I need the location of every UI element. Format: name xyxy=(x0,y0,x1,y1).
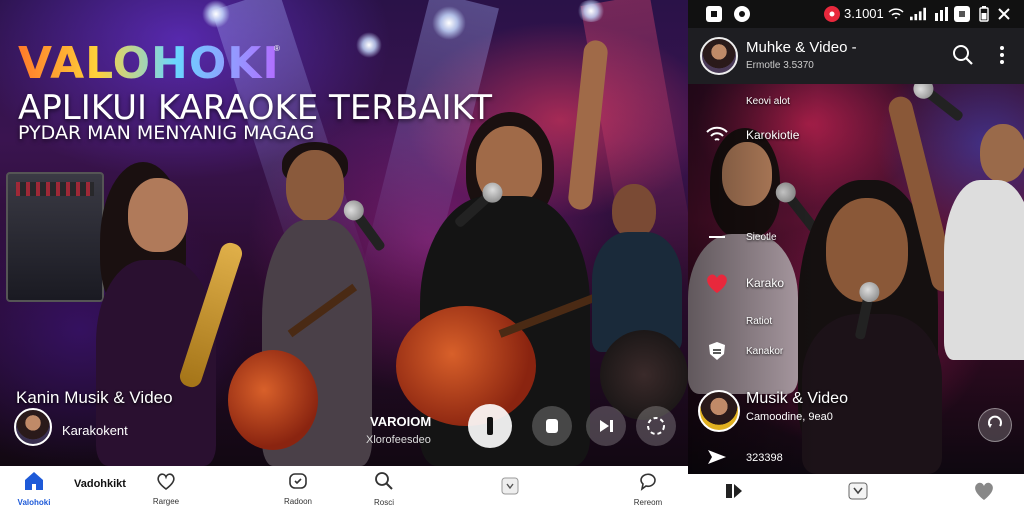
more-options-button[interactable] xyxy=(998,44,1006,71)
amplifier xyxy=(6,172,104,302)
more-vertical-icon xyxy=(998,46,1006,70)
promo-banner[interactable]: VALOHOKI ® APLIKUI KARAOKE TERBAIKT PYDA… xyxy=(0,0,688,466)
side-menu-label: Ratiot xyxy=(746,315,773,327)
side-menu-item[interactable]: Keovi alot xyxy=(688,88,790,114)
replay-button[interactable] xyxy=(978,408,1012,442)
avatar[interactable] xyxy=(14,408,52,446)
skip-icon xyxy=(596,416,616,436)
side-menu-label: Karokiotie xyxy=(746,128,800,142)
signal-icon xyxy=(934,6,950,22)
stage-light xyxy=(576,0,606,22)
video-card-title[interactable]: Musik & Video xyxy=(746,390,848,408)
tray-icon xyxy=(847,481,869,506)
pause-button[interactable] xyxy=(468,404,512,448)
video-card-subtitle: Camoodine, 9ea0 xyxy=(746,411,833,423)
nav-item-tray[interactable] xyxy=(838,474,878,512)
banner-subline: PYDAR MAN MENYANIG MAGAG xyxy=(18,122,315,144)
side-menu-item[interactable]: Sieotle xyxy=(688,224,777,250)
send-icon[interactable] xyxy=(706,448,728,471)
blank-icon xyxy=(704,308,730,334)
avatar[interactable] xyxy=(700,37,738,75)
search-icon xyxy=(374,471,394,496)
side-menu-item[interactable]: Karokiotie xyxy=(688,122,799,148)
wifi-icon xyxy=(888,6,904,22)
app-bar-subtitle: Ermotle 3.5370 xyxy=(746,60,814,71)
stage-light xyxy=(432,6,466,40)
app-icon xyxy=(734,6,750,22)
status-bar: 3.1001 xyxy=(688,0,1024,28)
library-icon xyxy=(724,482,744,505)
shield-icon xyxy=(704,338,730,364)
signal-icon xyxy=(910,6,926,22)
battery-icon xyxy=(976,6,992,22)
chat-icon xyxy=(638,471,658,496)
video-username[interactable]: Karakokent xyxy=(62,423,128,438)
skip-button[interactable] xyxy=(586,406,626,446)
heart-icon xyxy=(156,472,176,495)
blank-icon xyxy=(704,88,730,114)
brand-logo: VALOHOKI xyxy=(18,38,280,89)
side-menu-item[interactable]: Karako xyxy=(688,270,784,296)
side-menu-label: Keovi alot xyxy=(746,95,790,107)
microphone-icon xyxy=(542,416,562,436)
search-icon xyxy=(952,45,974,70)
nav-label: Valohoki xyxy=(17,498,51,507)
screenshot-icon xyxy=(954,6,970,22)
nav-item-library[interactable] xyxy=(714,474,754,512)
nav-label: Rosci xyxy=(373,498,394,507)
radio-icon xyxy=(288,472,308,495)
screenshot-root: VALOHOKI ® APLIKUI KARAOKE TERBAIKT PYDA… xyxy=(0,0,1024,512)
replay-icon xyxy=(986,414,1004,437)
now-playing-title: VAROIOM xyxy=(370,414,432,429)
phone-bottom-nav xyxy=(688,474,1024,512)
app-bar-title: Muhke & Video - xyxy=(746,39,857,56)
microphone-button[interactable] xyxy=(532,406,572,446)
app-bar: Muhke & Video - Ermotle 3.5370 xyxy=(688,28,1024,84)
tray-icon xyxy=(500,476,520,501)
nav-label: Rereom xyxy=(633,498,663,507)
side-menu-label: Sieotle xyxy=(746,231,777,243)
slash-icon xyxy=(704,224,730,250)
nav-item-tray[interactable] xyxy=(490,466,530,512)
pause-icon xyxy=(481,415,499,437)
side-menu-item[interactable]: Ratiot xyxy=(688,308,772,334)
nav-item-home[interactable]: Valohoki xyxy=(14,466,54,512)
status-time: 3.1001 xyxy=(844,6,884,21)
video-title[interactable]: Kanin Musik & Video xyxy=(16,388,173,408)
side-menu-label: Kanakor xyxy=(746,345,784,357)
nav-item-radio[interactable]: Radoon xyxy=(276,466,320,512)
home-icon xyxy=(23,471,45,496)
heart-icon xyxy=(704,270,730,296)
nav-item-search[interactable]: Rosci xyxy=(364,466,404,512)
notification-icon xyxy=(706,6,722,22)
nav-label: Rargee xyxy=(152,497,180,506)
replay-icon xyxy=(645,415,667,437)
view-count: 323398 xyxy=(746,452,783,464)
avatar[interactable] xyxy=(698,390,740,432)
search-button[interactable] xyxy=(952,44,974,71)
now-playing-subtitle: Xlorofeesdeo xyxy=(366,434,431,446)
nav-label: Radoon xyxy=(283,497,313,506)
replay-button[interactable] xyxy=(636,406,676,446)
nav-item-favorites[interactable] xyxy=(964,474,1004,512)
nav-brand-label: Vadohkikt xyxy=(74,478,126,490)
close-icon[interactable] xyxy=(996,6,1012,22)
nav-item-favorites[interactable]: Rargee xyxy=(146,466,186,512)
phone-screen: 3.1001 Muhke & Video - Ermotle 3.5370 Ke… xyxy=(688,0,1024,512)
heart-icon xyxy=(973,481,995,506)
trademark-mark: ® xyxy=(274,44,280,53)
stage-light xyxy=(356,32,382,58)
side-menu-label: Karako xyxy=(746,276,785,290)
bottom-nav: Valohoki Vadohkikt Rargee Radoon Rosci R… xyxy=(0,466,688,512)
side-menu-item[interactable]: Kanakor xyxy=(688,338,783,364)
nav-item-chat[interactable]: Rereom xyxy=(628,466,668,512)
wifi-icon xyxy=(704,122,730,148)
record-icon xyxy=(824,6,840,22)
stage-light xyxy=(202,0,230,28)
